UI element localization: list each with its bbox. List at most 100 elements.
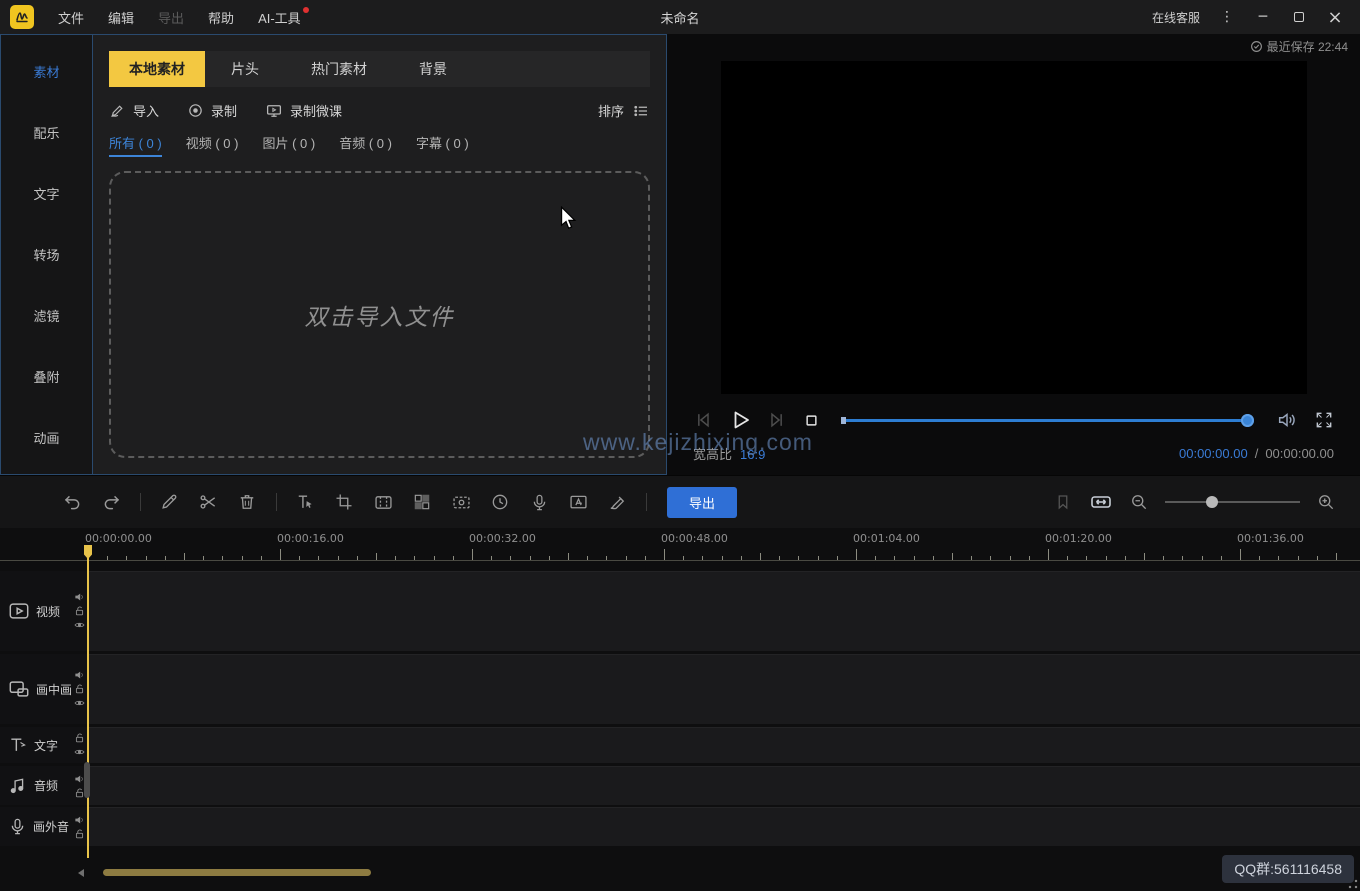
lock-track-icon[interactable]: [74, 733, 85, 744]
play-button[interactable]: [728, 408, 752, 432]
voiceover-mic-button[interactable]: [527, 490, 551, 514]
track-row-video: 视频: [0, 571, 1360, 651]
aspect-ratio[interactable]: 宽高比 16:9: [693, 444, 765, 463]
import-button[interactable]: 导入: [109, 101, 159, 120]
export-button[interactable]: 导出: [667, 486, 738, 518]
watermark-brush-button[interactable]: [605, 490, 629, 514]
vertical-scrollbar-thumb[interactable]: [84, 762, 90, 798]
sidebar-item-animation[interactable]: 动画: [1, 407, 92, 468]
edit-pencil-button[interactable]: [157, 490, 181, 514]
tab-local-material[interactable]: 本地素材: [109, 51, 205, 87]
ruler-label: 00:00:16.00: [277, 532, 344, 545]
delete-trash-button[interactable]: [235, 490, 259, 514]
ruler-label: 00:00:00.00: [85, 532, 152, 545]
track-head-video[interactable]: 视频: [0, 571, 88, 651]
text-tool-button[interactable]: [293, 490, 317, 514]
resize-grip[interactable]: [1348, 879, 1358, 889]
media-panel: 本地素材 片头 热门素材 背景 导入 录制 录制微课 排序 所有 (0) 视…: [92, 35, 666, 474]
fit-timeline-button[interactable]: [1089, 490, 1113, 514]
zoom-slider-handle[interactable]: [1205, 496, 1218, 508]
online-service-link[interactable]: 在线客服: [1152, 9, 1200, 26]
volume-icon[interactable]: [1276, 409, 1298, 431]
track-lane-video[interactable]: [88, 571, 1360, 651]
hide-track-icon[interactable]: [74, 698, 85, 709]
menu-help[interactable]: 帮助: [198, 4, 244, 31]
minimize-button[interactable]: ─: [1248, 4, 1278, 30]
zoom-slider[interactable]: [1165, 496, 1300, 508]
record-button[interactable]: 录制: [187, 101, 237, 120]
sidebar-item-transition[interactable]: 转场: [1, 224, 92, 285]
more-menu-icon[interactable]: ⋮: [1212, 4, 1242, 30]
mute-track-icon[interactable]: [74, 670, 85, 681]
track-head-pip[interactable]: 画中画: [0, 654, 88, 724]
mosaic-button[interactable]: [410, 490, 434, 514]
stop-button[interactable]: [802, 411, 821, 430]
track-head-voiceover[interactable]: 画外音: [0, 807, 88, 846]
freeze-frame-button[interactable]: [371, 490, 395, 514]
menu-file[interactable]: 文件: [48, 4, 94, 31]
track-lane-audio[interactable]: [88, 766, 1360, 805]
tab-background[interactable]: 背景: [393, 51, 473, 87]
timeline-ruler[interactable]: 00:00:00.00 00:00:16.00 00:00:32.00 00:0…: [0, 528, 1360, 561]
record-lesson-button[interactable]: 录制微课: [265, 101, 342, 120]
video-preview[interactable]: [720, 61, 1307, 394]
tab-hot-material[interactable]: 热门素材: [285, 51, 393, 87]
duration-clock-button[interactable]: [488, 490, 512, 514]
import-dropzone[interactable]: 双击导入文件: [109, 171, 650, 458]
lock-track-icon[interactable]: [74, 828, 85, 839]
sidebar-item-material[interactable]: 素材: [1, 41, 92, 102]
horizontal-scrollbar-thumb[interactable]: [103, 869, 371, 876]
seek-handle[interactable]: [1241, 413, 1254, 427]
mute-track-icon[interactable]: [74, 592, 85, 603]
split-scissors-button[interactable]: [196, 490, 220, 514]
subtitle-recognition-button[interactable]: [566, 490, 590, 514]
maximize-button[interactable]: [1284, 4, 1314, 30]
horizontal-scrollbar[interactable]: [78, 868, 1356, 877]
track-head-audio[interactable]: 音频: [0, 766, 88, 805]
hide-track-icon[interactable]: [74, 620, 85, 631]
sidebar-item-overlay[interactable]: 叠附: [1, 346, 92, 407]
filter-image[interactable]: 图片 ( 0 ): [262, 133, 315, 157]
hide-track-icon[interactable]: [74, 747, 85, 758]
zoom-out-button[interactable]: [1127, 490, 1151, 514]
sidebar-item-filter[interactable]: 滤镜: [1, 285, 92, 346]
undo-button[interactable]: [60, 490, 84, 514]
redo-button[interactable]: [99, 490, 123, 514]
menu-edit[interactable]: 编辑: [98, 4, 144, 31]
track-head-text[interactable]: 文字: [0, 727, 88, 763]
app-window: 文件 编辑 导出 帮助 AI-工具 未命名 在线客服 ⋮ ─ × 素材 配乐 文…: [0, 0, 1360, 891]
mute-track-icon[interactable]: [74, 814, 85, 825]
playhead[interactable]: [87, 545, 89, 858]
lock-track-icon[interactable]: [74, 606, 85, 617]
sidebar-item-music[interactable]: 配乐: [1, 102, 92, 163]
lock-track-icon[interactable]: [74, 684, 85, 695]
seek-bar[interactable]: [841, 413, 1254, 427]
track-lane-pip[interactable]: [88, 654, 1360, 724]
filter-subtitle[interactable]: 字幕 ( 0 ): [416, 133, 469, 157]
sidebar-item-text[interactable]: 文字: [1, 163, 92, 224]
close-button[interactable]: ×: [1320, 4, 1350, 30]
player-side-icons: [1276, 409, 1334, 431]
fullscreen-icon[interactable]: [1314, 410, 1334, 430]
tab-intro[interactable]: 片头: [205, 51, 285, 87]
filter-video[interactable]: 视频 ( 0 ): [186, 133, 239, 157]
snapshot-button[interactable]: [449, 490, 473, 514]
titlebar-right: 在线客服 ⋮ ─ ×: [1152, 4, 1350, 30]
voiceover-track-icon: [8, 817, 27, 836]
filter-all[interactable]: 所有 ( 0 ): [109, 133, 162, 157]
prev-frame-button[interactable]: [693, 410, 713, 430]
next-frame-button[interactable]: [767, 410, 787, 430]
text-track-icon: [8, 735, 28, 755]
marker-button[interactable]: [1051, 490, 1075, 514]
track-lane-voiceover[interactable]: [88, 807, 1360, 846]
menu-ai-tools[interactable]: AI-工具: [248, 4, 311, 31]
ruler-label: 00:00:32.00: [469, 532, 536, 545]
sort-control[interactable]: 排序: [598, 101, 650, 120]
filter-audio[interactable]: 音频 ( 0 ): [339, 133, 392, 157]
scroll-left-arrow-icon[interactable]: [78, 869, 84, 877]
crop-button[interactable]: [332, 490, 356, 514]
app-logo-icon[interactable]: [10, 5, 34, 29]
menu-export: 导出: [158, 10, 185, 26]
track-lane-text[interactable]: [88, 727, 1360, 763]
zoom-in-button[interactable]: [1314, 490, 1338, 514]
